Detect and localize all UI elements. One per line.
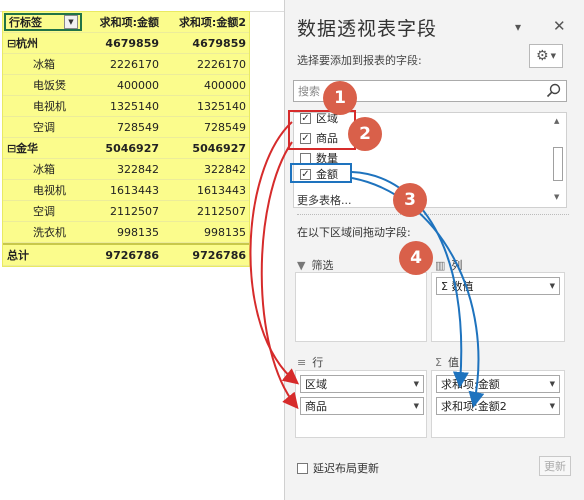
step-badge-1: 1: [323, 81, 357, 115]
step-badge-2: 2: [348, 117, 382, 151]
annotation-arrows: [249, 121, 485, 410]
step-badge-4: 4: [399, 241, 433, 275]
red-arrow-region: [249, 121, 300, 385]
red-arrow-product: [260, 141, 299, 410]
step-badge-3: 3: [393, 183, 427, 217]
